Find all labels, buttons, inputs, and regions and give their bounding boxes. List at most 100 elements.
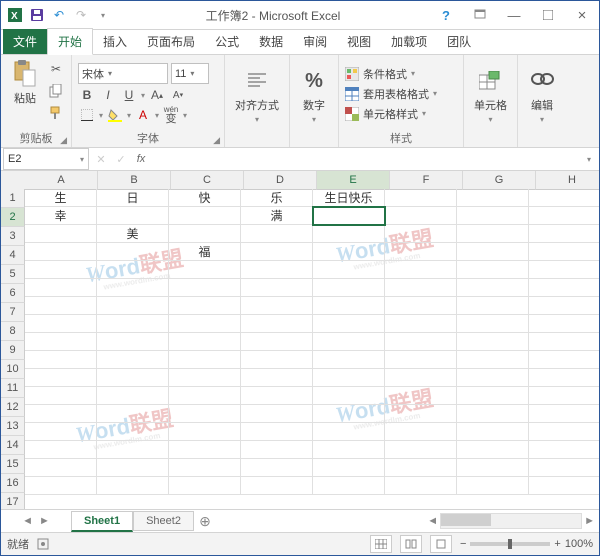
row-header-7[interactable]: 7: [1, 303, 25, 322]
cell-A15[interactable]: [25, 441, 97, 459]
cell-C2[interactable]: [169, 207, 241, 225]
sheet-nav[interactable]: ◄►: [1, 515, 71, 527]
font-size-combo[interactable]: 11▾: [171, 63, 209, 84]
cell-E13[interactable]: [313, 405, 385, 423]
cell-F4[interactable]: [385, 243, 457, 261]
cell-A13[interactable]: [25, 405, 97, 423]
col-header-C[interactable]: C: [171, 171, 244, 190]
cell-G3[interactable]: [457, 225, 529, 243]
cell-E5[interactable]: [313, 261, 385, 279]
cell-G5[interactable]: [457, 261, 529, 279]
cell-G8[interactable]: [457, 315, 529, 333]
cell-H3[interactable]: [529, 225, 599, 243]
font-family-combo[interactable]: 宋体▾: [78, 63, 168, 84]
cell-D8[interactable]: [241, 315, 313, 333]
cell-G13[interactable]: [457, 405, 529, 423]
cell-E7[interactable]: [313, 297, 385, 315]
select-all-corner[interactable]: [1, 171, 26, 190]
cell-E16[interactable]: [313, 459, 385, 477]
name-box[interactable]: E2▾: [3, 148, 89, 170]
cell-C11[interactable]: [169, 369, 241, 387]
grow-font-button[interactable]: A▴: [148, 86, 166, 104]
phonetic-button[interactable]: wén变: [162, 106, 180, 124]
cell-G12[interactable]: [457, 387, 529, 405]
zoom-in-icon[interactable]: +: [554, 538, 560, 550]
cell-F1[interactable]: [385, 189, 457, 207]
row-header-3[interactable]: 3: [1, 227, 25, 246]
cell-H12[interactable]: [529, 387, 599, 405]
clipboard-launcher-icon[interactable]: ◢: [60, 135, 67, 146]
row-header-17[interactable]: 17: [1, 493, 25, 509]
cell-styles-button[interactable]: 单元格样式 ▾: [345, 106, 457, 122]
cell-H7[interactable]: [529, 297, 599, 315]
col-header-B[interactable]: B: [98, 171, 171, 190]
cell-H13[interactable]: [529, 405, 599, 423]
cell-A9[interactable]: [25, 333, 97, 351]
cell-C12[interactable]: [169, 387, 241, 405]
cell-H9[interactable]: [529, 333, 599, 351]
cell-G16[interactable]: [457, 459, 529, 477]
cell-B4[interactable]: [97, 243, 169, 261]
cell-B6[interactable]: [97, 279, 169, 297]
row-header-6[interactable]: 6: [1, 284, 25, 303]
shrink-font-button[interactable]: A▾: [169, 86, 187, 104]
cell-B8[interactable]: [97, 315, 169, 333]
cell-D3[interactable]: [241, 225, 313, 243]
cancel-formula-icon[interactable]: ✕: [91, 149, 111, 169]
cell-A16[interactable]: [25, 459, 97, 477]
cell-B3[interactable]: 美: [97, 225, 169, 243]
help-icon[interactable]: ?: [429, 1, 463, 29]
cell-H4[interactable]: [529, 243, 599, 261]
tab-review[interactable]: 审阅: [293, 29, 337, 54]
cell-E9[interactable]: [313, 333, 385, 351]
cell-D12[interactable]: [241, 387, 313, 405]
format-painter-icon[interactable]: [47, 104, 65, 122]
cell-H2[interactable]: [529, 207, 599, 225]
fill-color-button[interactable]: [106, 106, 124, 124]
cell-B2[interactable]: [97, 207, 169, 225]
cell-H6[interactable]: [529, 279, 599, 297]
row-header-4[interactable]: 4: [1, 246, 25, 265]
cell-E4[interactable]: [313, 243, 385, 261]
cell-H14[interactable]: [529, 423, 599, 441]
row-header-14[interactable]: 14: [1, 436, 25, 455]
minimize-icon[interactable]: —: [497, 1, 531, 29]
undo-icon[interactable]: ↶: [51, 7, 67, 23]
cell-F17[interactable]: [385, 477, 457, 495]
font-color-button[interactable]: A: [134, 106, 152, 124]
bold-button[interactable]: B: [78, 86, 96, 104]
conditional-format-button[interactable]: 条件格式 ▾: [345, 66, 457, 82]
cell-E2[interactable]: [313, 207, 385, 225]
alignment-button[interactable]: 对齐方式▾: [231, 65, 283, 126]
cell-F10[interactable]: [385, 351, 457, 369]
cell-D14[interactable]: [241, 423, 313, 441]
normal-view-icon[interactable]: [370, 535, 392, 553]
horizontal-scrollbar[interactable]: ◄►: [216, 513, 599, 529]
ribbon-options-icon[interactable]: [463, 1, 497, 29]
cut-icon[interactable]: ✂: [47, 60, 65, 78]
tab-file[interactable]: 文件: [3, 29, 47, 54]
cells-button[interactable]: 单元格▾: [470, 65, 511, 126]
cell-A5[interactable]: [25, 261, 97, 279]
close-icon[interactable]: ×: [565, 1, 599, 29]
cell-G6[interactable]: [457, 279, 529, 297]
cell-C7[interactable]: [169, 297, 241, 315]
cell-A6[interactable]: [25, 279, 97, 297]
row-header-8[interactable]: 8: [1, 322, 25, 341]
cell-H16[interactable]: [529, 459, 599, 477]
macro-record-icon[interactable]: [37, 538, 49, 550]
cell-F5[interactable]: [385, 261, 457, 279]
cell-B17[interactable]: [97, 477, 169, 495]
tab-view[interactable]: 视图: [337, 29, 381, 54]
cell-D10[interactable]: [241, 351, 313, 369]
italic-button[interactable]: I: [99, 86, 117, 104]
tab-addins[interactable]: 加载项: [381, 29, 437, 54]
font-launcher-icon[interactable]: ◢: [213, 135, 220, 146]
cell-F6[interactable]: [385, 279, 457, 297]
row-header-12[interactable]: 12: [1, 398, 25, 417]
underline-button[interactable]: U: [120, 86, 138, 104]
col-header-H[interactable]: H: [536, 171, 599, 190]
cell-H1[interactable]: [529, 189, 599, 207]
enter-formula-icon[interactable]: ✓: [111, 149, 131, 169]
cell-H8[interactable]: [529, 315, 599, 333]
